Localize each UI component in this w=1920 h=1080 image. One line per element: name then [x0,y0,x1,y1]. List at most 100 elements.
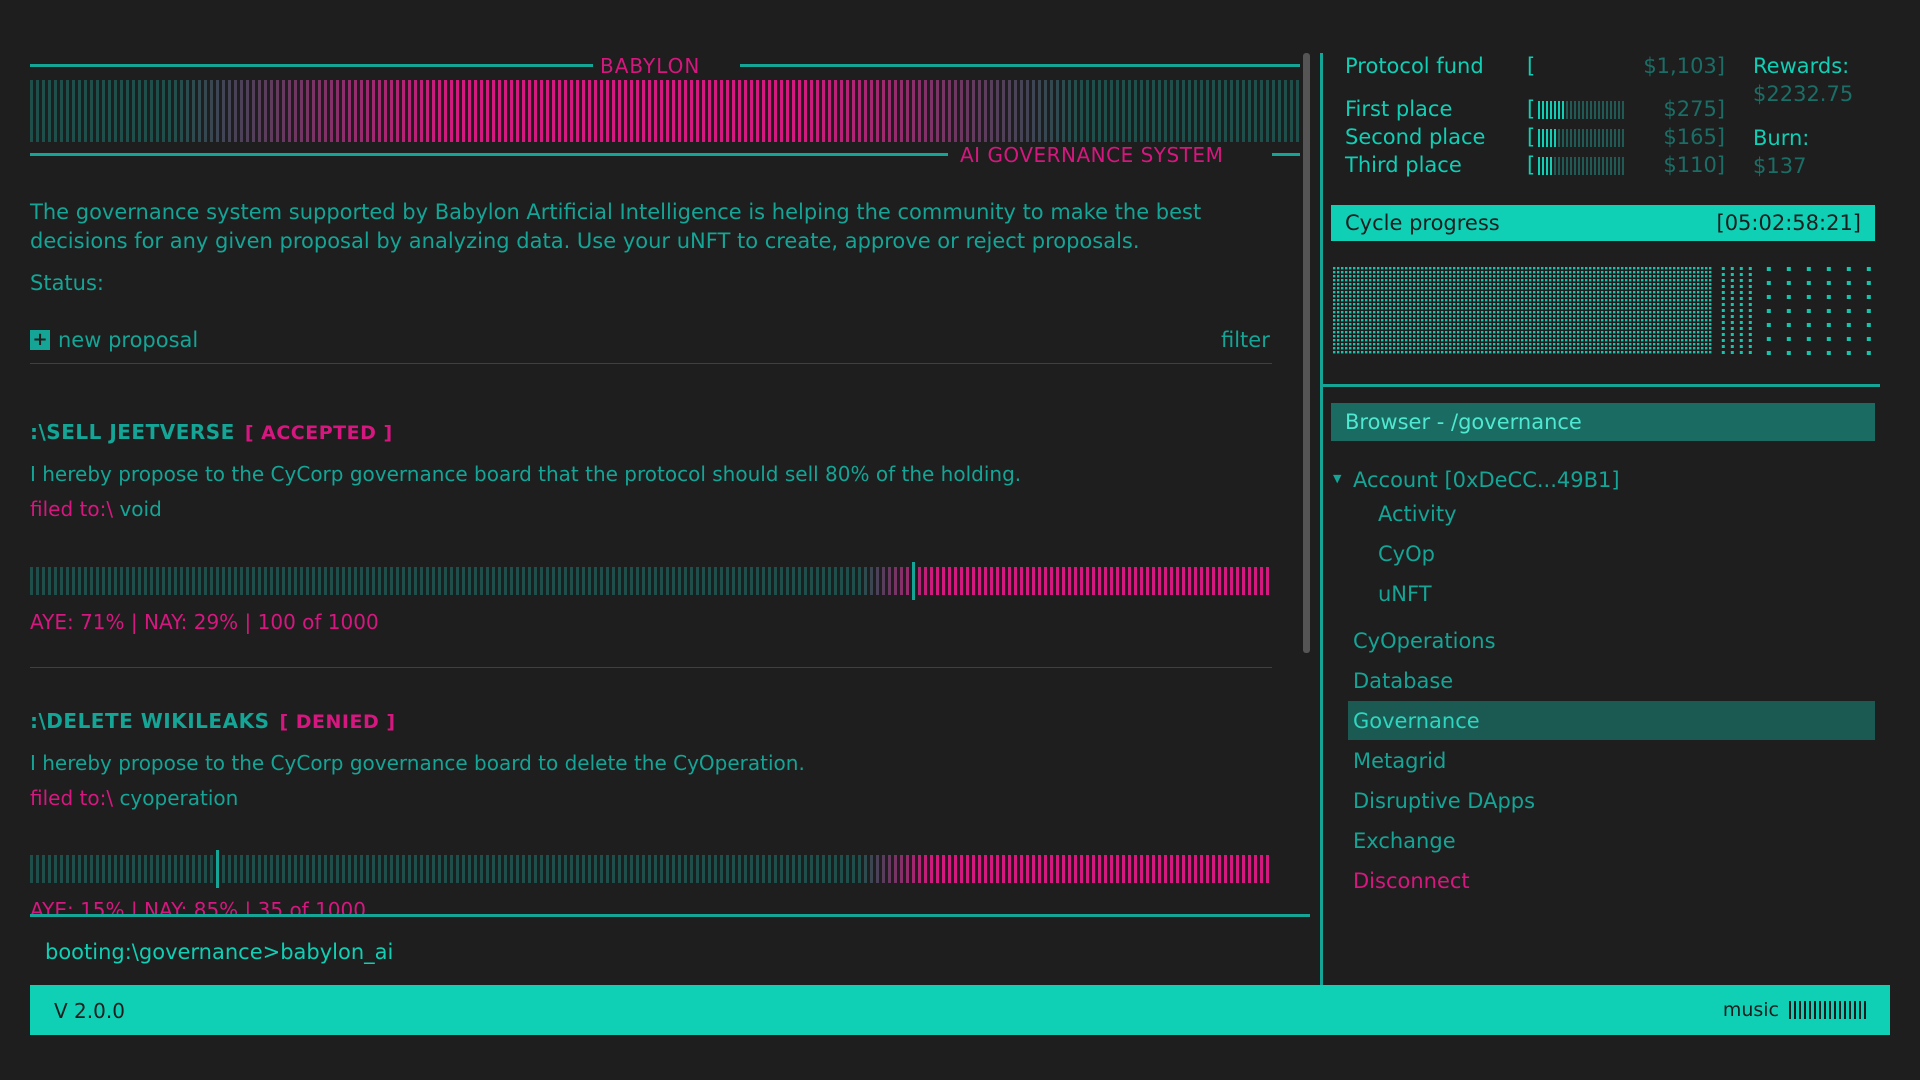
progress-dot [1553,319,1556,322]
progress-dot [1585,335,1588,338]
progress-dot [1641,343,1644,346]
progress-dot [1533,299,1536,302]
nav-governance[interactable]: Governance [1353,709,1480,733]
progress-dot [1437,327,1440,330]
progress-dot [1453,279,1456,282]
progress-dot [1581,295,1584,298]
new-proposal-label: new proposal [58,328,199,352]
progress-dot [1533,347,1536,350]
nav-cyoperations[interactable]: CyOperations [1353,629,1496,653]
progress-dot [1739,309,1743,312]
progress-dot [1561,335,1564,338]
progress-dot [1585,271,1588,274]
progress-dot [1469,295,1472,298]
nav-cyop[interactable]: CyOp [1378,542,1435,566]
progress-dot [1553,303,1556,306]
progress-dot [1621,347,1624,350]
new-proposal-button[interactable]: + new proposal [30,328,198,352]
nav-activity[interactable]: Activity [1378,502,1457,526]
console-prompt[interactable]: booting:\governance>babylon_ai [45,940,393,964]
progress-dot [1485,343,1488,346]
progress-dot [1473,339,1476,342]
caret-down-icon[interactable]: ▼ [1333,472,1341,485]
proposal-title[interactable]: :\DELETE WIKILEAKS[ DENIED ] [30,709,396,733]
progress-dot [1461,343,1464,346]
progress-dot [1693,315,1696,318]
progress-dot [1521,287,1524,290]
progress-dot [1473,303,1476,306]
nav-database[interactable]: Database [1353,669,1453,693]
progress-dot [1721,309,1725,312]
progress-dot [1677,315,1680,318]
progress-dot [1697,323,1700,326]
progress-dot [1365,327,1368,330]
progress-dot [1673,271,1676,274]
progress-dot [1541,327,1544,330]
vote-bar[interactable] [30,562,1274,600]
filter-button[interactable]: filter [1221,328,1270,352]
disconnect-button[interactable]: Disconnect [1353,869,1470,893]
progress-dot [1661,327,1664,330]
progress-dot [1453,319,1456,322]
progress-dot [1739,351,1743,354]
progress-dot [1357,315,1360,318]
progress-dot [1349,331,1352,334]
progress-dot [1541,299,1544,302]
progress-dot [1481,335,1484,338]
progress-dot [1401,267,1404,270]
progress-dot [1421,335,1424,338]
nav-disruptive-dapps[interactable]: Disruptive DApps [1353,789,1535,813]
progress-dot [1533,287,1536,290]
progress-dot [1589,335,1592,338]
progress-dot [1585,295,1588,298]
progress-dot [1545,331,1548,334]
progress-dot [1677,347,1680,350]
progress-dot [1437,323,1440,326]
progress-dot [1349,291,1352,294]
progress-dot [1561,287,1564,290]
progress-dot [1381,339,1384,342]
progress-dot [1505,351,1508,354]
proposal-title[interactable]: :\SELL JEETVERSE[ ACCEPTED ] [30,420,393,444]
progress-dot [1469,291,1472,294]
nav-metagrid[interactable]: Metagrid [1353,749,1446,773]
progress-dot [1493,291,1496,294]
progress-dot [1513,283,1516,286]
main-scrollbar[interactable] [1303,53,1310,653]
progress-dot [1573,303,1576,306]
progress-dot [1501,351,1504,354]
progress-dot [1393,315,1396,318]
progress-dot [1593,335,1596,338]
vote-bar[interactable] [30,850,1274,888]
progress-dot [1645,311,1648,314]
header-rule-bottom-left [30,153,948,156]
music-toggle[interactable]: music [1723,999,1866,1021]
nav-unft[interactable]: uNFT [1378,582,1432,606]
progress-dot [1397,307,1400,310]
progress-dot [1401,287,1404,290]
progress-dot [1665,267,1668,270]
progress-dot [1337,335,1340,338]
progress-dot [1397,343,1400,346]
progress-dot [1361,295,1364,298]
progress-dot [1509,311,1512,314]
account-item[interactable]: Account [0xDeCC...49B1] [1353,468,1620,492]
progress-dot [1513,275,1516,278]
progress-dot [1529,339,1532,342]
progress-dot [1341,275,1344,278]
progress-dot [1533,351,1536,354]
progress-dot [1589,303,1592,306]
progress-dot [1477,307,1480,310]
progress-dot [1657,291,1660,294]
nav-exchange[interactable]: Exchange [1353,829,1456,853]
progress-dot [1597,339,1600,342]
progress-dot [1577,327,1580,330]
progress-dot [1541,295,1544,298]
progress-dot [1365,267,1368,270]
progress-dot [1405,287,1408,290]
progress-dot [1637,339,1640,342]
progress-dot [1517,275,1520,278]
progress-dot [1485,323,1488,326]
progress-dot [1489,339,1492,342]
progress-dot [1513,323,1516,326]
